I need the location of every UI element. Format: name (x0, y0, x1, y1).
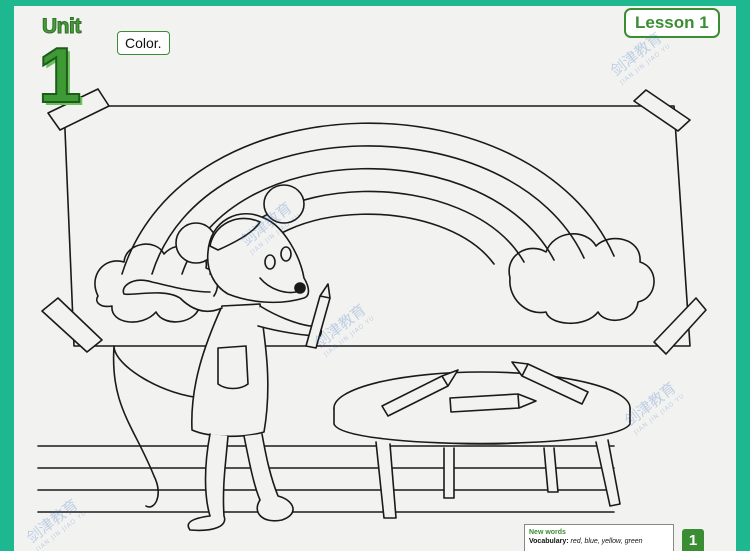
instruction-label: Color. (117, 31, 170, 55)
table-leg (375, 441, 397, 519)
mouse-leg (187, 433, 229, 532)
tape-top-right (633, 89, 691, 132)
poster-frame (63, 105, 691, 347)
table-leg (595, 439, 621, 507)
vocabulary-line: Vocabulary: red, blue, yellow, green (529, 537, 669, 546)
table-edge (333, 407, 631, 445)
mouse-crayon (305, 283, 331, 349)
mouse-ear (263, 184, 305, 224)
new-words-title: New words (529, 529, 566, 536)
page-number: 1 (682, 529, 704, 551)
coloring-illustration (37, 88, 707, 532)
cloud-right (508, 233, 655, 324)
lesson-badge: Lesson 1 (624, 8, 720, 38)
vocabulary-label: Vocabulary: (529, 538, 569, 545)
coloring-page: Unit 1 Color. Lesson 1 New words Vocabul… (14, 6, 736, 551)
table-leg (543, 447, 559, 493)
mouse-leg (243, 433, 294, 522)
vocabulary-words: red, blue, yellow, green (570, 538, 643, 545)
mouse-body (191, 303, 269, 438)
unit-number: 1 (37, 31, 82, 119)
table-leg (443, 447, 455, 499)
mouse-tail (112, 345, 205, 508)
mouse-arm (122, 279, 223, 313)
new-words-box: New words Vocabulary: red, blue, yellow,… (524, 524, 674, 551)
